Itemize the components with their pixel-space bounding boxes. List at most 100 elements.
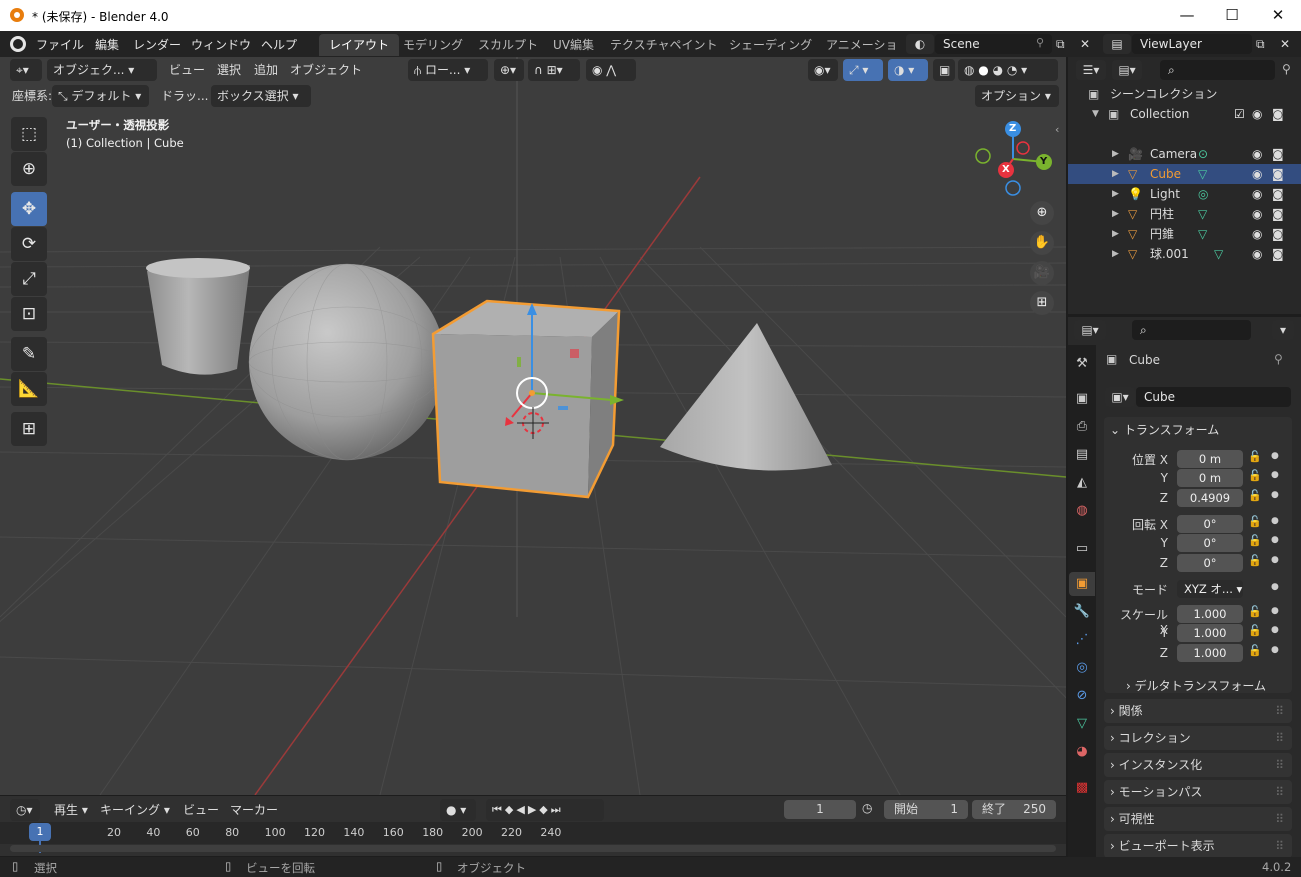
collection-row[interactable]: ▼ ▣ Collection ☑ ◉ ◙	[1068, 104, 1301, 124]
keyframe-dot-icon[interactable]: ●	[1271, 555, 1279, 565]
eye-icon[interactable]: ◉	[1252, 184, 1262, 204]
tool-tab-icon[interactable]: ⚒	[1073, 355, 1091, 373]
drag-select[interactable]: ボックス選択 ▾	[211, 85, 311, 107]
outliner-filter-icon[interactable]: ⚲	[1282, 62, 1291, 76]
eye-icon[interactable]: ◉	[1252, 144, 1262, 164]
lock-icon[interactable]: 🔓	[1248, 489, 1262, 502]
timeline-editor-type-icon[interactable]: ◷▾	[10, 799, 40, 821]
tool-measure[interactable]: 📐	[11, 372, 47, 406]
panel-1[interactable]: › コレクション ⠿	[1104, 726, 1292, 750]
lock-icon[interactable]: 🔓	[1248, 605, 1262, 618]
shading-modes[interactable]: ◍ ● ◕ ◔ ▾	[958, 59, 1058, 81]
scale-z-field[interactable]: 1.000	[1177, 644, 1243, 662]
location-x-field[interactable]: 0 m	[1177, 450, 1243, 468]
new-scene-icon[interactable]: ⧉	[1056, 34, 1074, 54]
expand-icon[interactable]: ▶	[1112, 224, 1119, 244]
camera-render-icon[interactable]: ◙	[1272, 204, 1284, 224]
pin-icon[interactable]: ⚲	[1036, 36, 1044, 49]
scene-field[interactable]: Scene	[935, 34, 1052, 54]
mode-select[interactable]: オブジェク... ▾	[47, 59, 157, 81]
keyframe-dot-icon[interactable]: ●	[1271, 606, 1279, 616]
object-data-icon[interactable]: ▽	[1198, 224, 1207, 244]
lock-icon[interactable]: 🔓	[1248, 469, 1262, 482]
current-frame-field[interactable]: 1	[784, 800, 856, 819]
transform-panel-header[interactable]: ⌄ トランスフォーム	[1110, 421, 1219, 438]
menu-file[interactable]: ファイル	[36, 36, 84, 53]
tool-move[interactable]: ✥	[11, 192, 47, 226]
view-layer-tab-icon[interactable]: ▤	[1073, 446, 1091, 464]
particles-tab-icon[interactable]: ⋰	[1073, 631, 1091, 649]
timeline-scrollbar[interactable]	[10, 845, 1056, 852]
tab-shading[interactable]: シェーディング	[719, 34, 822, 56]
outliner-editor-type-icon[interactable]: ☰▾	[1076, 60, 1106, 80]
start-frame-field[interactable]: 開始 1	[884, 800, 968, 819]
tab-layout[interactable]: レイアウト	[319, 34, 400, 56]
eye-icon[interactable]: ◉	[1252, 164, 1262, 184]
texture-tab-icon[interactable]: ▩	[1073, 779, 1091, 797]
outliner-item-0[interactable]: ▶ 🎥 Camera ⊙ ◉ ◙	[1068, 144, 1301, 164]
rotation-z-field[interactable]: 0°	[1177, 554, 1243, 572]
constraints-tab-icon[interactable]: ⊘	[1073, 687, 1091, 705]
panel-5[interactable]: › ビューポート表示 ⠿	[1104, 834, 1292, 858]
viewport-menu-object[interactable]: オブジェクト	[284, 59, 368, 81]
scale-x-field[interactable]: 1.000	[1177, 605, 1243, 623]
modifier-tab-icon[interactable]: 🔧	[1073, 603, 1091, 621]
auto-keying-icon[interactable]: ● ▾	[440, 799, 476, 821]
overlay-toggle-icon[interactable]: ◑ ▾	[888, 59, 928, 81]
viewport-menu-view[interactable]: ビュー	[163, 59, 211, 81]
collection-expand-icon[interactable]: ▼	[1092, 104, 1099, 124]
tool-select-box[interactable]: ⬚	[11, 117, 47, 151]
tab-texture-paint[interactable]: テクスチャペイント	[600, 34, 728, 56]
expand-icon[interactable]: ▶	[1112, 244, 1119, 264]
menu-window[interactable]: ウィンドウ	[191, 36, 251, 53]
physics-tab-icon[interactable]: ◎	[1073, 659, 1091, 677]
tool-transform[interactable]: ⊡	[11, 297, 47, 331]
tab-animation[interactable]: アニメーショ	[816, 34, 898, 56]
outliner-item-4[interactable]: ▶ ▽ 円錐 ▽ ◉ ◙	[1068, 224, 1301, 244]
viewlayer-browse-icon[interactable]: ▤	[1103, 34, 1131, 54]
scene-collection-row[interactable]: ▣ シーンコレクション	[1068, 84, 1301, 104]
render-tab-icon[interactable]: ▣	[1073, 390, 1091, 408]
collection-checkbox[interactable]: ☑	[1234, 104, 1245, 124]
end-frame-field[interactable]: 終了 250	[972, 800, 1056, 819]
delete-viewlayer-icon[interactable]: ✕	[1280, 34, 1290, 54]
keyframe-dot-icon[interactable]: ●	[1271, 625, 1279, 635]
props-editor-type-icon[interactable]: ▤▾	[1074, 320, 1106, 340]
menu-render[interactable]: レンダー	[133, 36, 181, 53]
keyframe-dot-icon[interactable]: ●	[1271, 490, 1279, 500]
keyframe-dot-icon[interactable]: ●	[1271, 645, 1279, 655]
visibility-icon[interactable]: ◉▾	[808, 59, 838, 81]
new-viewlayer-icon[interactable]: ⧉	[1256, 34, 1265, 54]
tab-sculpt[interactable]: スカルプト	[468, 34, 548, 56]
object-data-icon[interactable]: ▽	[1198, 204, 1207, 224]
eye-icon[interactable]: ◉	[1252, 224, 1262, 244]
tab-uv-edit[interactable]: UV編集	[543, 34, 604, 56]
cylinder-object[interactable]	[146, 258, 250, 375]
lock-icon[interactable]: 🔓	[1248, 450, 1262, 463]
tool-annotate[interactable]: ✎	[11, 337, 47, 371]
world-tab-icon[interactable]: ◍	[1073, 502, 1091, 520]
output-tab-icon[interactable]: ⎙	[1073, 418, 1091, 436]
keyframe-dot-icon[interactable]: ●	[1271, 470, 1279, 480]
object-data-icon[interactable]: ▽	[1214, 244, 1223, 264]
outliner-item-1[interactable]: ▶ ▽ Cube ▽ ◉ ◙	[1068, 164, 1301, 184]
tool-rotate[interactable]: ⟳	[11, 227, 47, 261]
location-y-field[interactable]: 0 m	[1177, 469, 1243, 487]
playback-controls[interactable]: ⏮◆◀▶◆⏭	[486, 799, 604, 821]
transform-orientation-select[interactable]: ⫛ ロー... ▾	[408, 59, 488, 81]
camera-render-icon[interactable]: ◙	[1272, 244, 1284, 264]
timeline-play-menu[interactable]: 再生 ▾	[48, 799, 94, 821]
pivot-icon[interactable]: ⊕▾	[494, 59, 524, 81]
camera-render-icon[interactable]: ◙	[1272, 164, 1284, 184]
zoom-icon[interactable]: ⊕	[1030, 201, 1054, 225]
sphere-object[interactable]	[249, 264, 445, 460]
frame-indicator[interactable]: 1	[29, 823, 51, 841]
lock-icon[interactable]: 🔓	[1248, 515, 1262, 528]
menu-edit[interactable]: 編集	[95, 36, 119, 53]
expand-icon[interactable]: ▶	[1112, 144, 1119, 164]
rotation-mode-select[interactable]: XYZ オ... ▾	[1177, 580, 1243, 598]
props-options-icon[interactable]: ▾	[1272, 320, 1294, 340]
props-pin-icon[interactable]: ⚲	[1274, 352, 1283, 366]
tool-scale[interactable]: ⤢	[11, 262, 47, 296]
scale-y-field[interactable]: 1.000	[1177, 624, 1243, 642]
